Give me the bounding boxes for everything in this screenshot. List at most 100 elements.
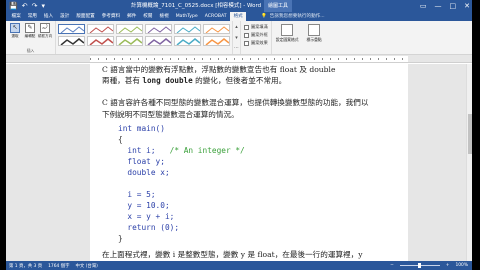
scrollbar-thumb[interactable]: [468, 114, 472, 154]
code-line: i = 5;: [118, 190, 156, 199]
maximize-button[interactable]: □: [450, 0, 457, 12]
shape-styles-gallery: [56, 21, 233, 54]
ruler-tick: [98, 58, 99, 60]
tab-file[interactable]: 檔案: [8, 12, 25, 21]
text-line: 下例說明不同型態變數混合運算的情況。: [102, 110, 239, 119]
tell-me-box[interactable]: 💡 告訴我您想要執行的動作...: [261, 12, 325, 21]
zoom-slider[interactable]: [399, 263, 440, 268]
tab-references[interactable]: 參考資料: [98, 12, 123, 21]
shape-outline-label: 圖案外框: [251, 32, 268, 37]
ruler-tick: [138, 58, 139, 60]
gallery-more-icon[interactable]: ⋯: [233, 45, 240, 51]
word-window: 💾 ↶ ↷ ▾ 計算機概論_7101_C_0525.docx [相容模式] - …: [6, 0, 472, 270]
zoom-out-icon[interactable]: −: [390, 263, 394, 268]
page-count[interactable]: 第 1 頁，共 3 頁: [9, 263, 42, 269]
tab-mailings[interactable]: 郵件: [124, 12, 140, 21]
highlight-label: 標示重點: [306, 37, 322, 42]
language-indicator[interactable]: 中文 (台灣): [75, 263, 97, 269]
word-count[interactable]: 1764 個字: [48, 263, 69, 269]
tab-view[interactable]: 檢視: [156, 12, 172, 21]
shape-outline-button[interactable]: 圖案外框: [244, 32, 268, 38]
text-line: 兩種，甚有 long double 的變化，但後者並不常用。: [102, 75, 286, 86]
tab-home[interactable]: 常用: [24, 12, 40, 21]
code-text: int i;: [118, 146, 156, 155]
redo-icon[interactable]: ↷: [32, 0, 38, 12]
style-swatch[interactable]: [203, 24, 230, 34]
undo-icon[interactable]: ↶: [22, 0, 28, 12]
ribbon-display-icon[interactable]: ▭: [420, 0, 427, 12]
style-swatch[interactable]: [174, 24, 201, 34]
pen-outline-icon: [244, 32, 249, 38]
ruler-tick: [210, 58, 211, 60]
ruler-tick: [362, 58, 363, 60]
tab-mathtype[interactable]: MathType: [172, 12, 201, 21]
tab-insert[interactable]: 插入: [40, 12, 56, 21]
ruler-tick: [170, 58, 171, 60]
zoom-level[interactable]: 100%: [455, 263, 468, 268]
select-label: 選取: [11, 34, 19, 38]
code-line: x = y + i;: [118, 212, 175, 221]
ruler-tick: [154, 58, 155, 60]
tab-design[interactable]: 設計: [57, 12, 73, 21]
ribbon-tabs: 檔案 常用 插入 設計 版面配置 參考資料 郵件 校閱 檢視 MathType …: [6, 12, 472, 21]
edit-points-button[interactable]: ✎ 編輯點: [23, 23, 37, 39]
tab-layout[interactable]: 版面配置: [73, 12, 98, 21]
style-swatch[interactable]: [58, 36, 85, 46]
style-swatch[interactable]: [145, 24, 172, 34]
gallery-up-icon[interactable]: ▴: [233, 24, 240, 30]
tab-format[interactable]: 格式: [230, 12, 247, 21]
edit-points-label: 編輯點: [24, 34, 36, 38]
ruler-tick: [114, 58, 115, 60]
tab-acrobat[interactable]: ACROBAT: [201, 12, 230, 21]
code-line: }: [118, 234, 123, 243]
tell-me-placeholder: 告訴我您想要執行的動作...: [269, 14, 325, 19]
highlight-button[interactable]: 標示重點: [303, 21, 326, 54]
shape-fill-label: 圖案填滿: [251, 24, 268, 29]
code-keyword: long double: [142, 76, 193, 85]
select-arrow-icon: ↖: [10, 23, 20, 33]
ruler-tick: [130, 58, 131, 60]
minimize-button[interactable]: —: [435, 0, 442, 12]
ruler-tick: [282, 58, 283, 60]
code-line: float y;: [118, 157, 165, 166]
vertical-scrollbar[interactable]: [466, 64, 472, 261]
wrap-direction-button[interactable]: ⤾ 繞框方向: [38, 23, 52, 39]
zoom-in-icon[interactable]: +: [446, 263, 450, 268]
customize-qat-icon[interactable]: ▾: [41, 0, 45, 12]
style-swatch[interactable]: [87, 36, 114, 46]
format-shape-label: 設定圖案格式: [275, 37, 299, 42]
ribbon: ↖ 選取 ✎ 編輯點 ⤾ 繞框方向 插入 ▴ ▾ ⋯ 圖案填滿 圖案外框 圖案效…: [6, 21, 472, 55]
gallery-down-icon[interactable]: ▾: [233, 35, 240, 41]
style-swatch[interactable]: [87, 24, 114, 34]
zoom-knob[interactable]: [417, 263, 421, 268]
ruler-tick: [226, 58, 227, 60]
text-fragment: 的變化，但後者並不常用。: [192, 76, 287, 85]
close-button[interactable]: ✕: [464, 0, 470, 12]
tab-review[interactable]: 校閱: [140, 12, 156, 21]
shape-effects-button[interactable]: 圖案效果: [244, 40, 268, 46]
ruler-tick: [290, 58, 291, 60]
style-swatch[interactable]: [116, 24, 143, 34]
zoom-controls: − + 100%: [390, 263, 472, 268]
code-line: int main(): [118, 124, 165, 133]
style-swatch[interactable]: [174, 36, 201, 46]
ruler-tick: [322, 58, 323, 60]
format-shape-button[interactable]: 設定圖案格式: [272, 21, 303, 54]
text-line: C 語言當中的變數有浮點數，浮點數的變數宣告也有 float 及 double: [102, 65, 336, 74]
ruler-tick: [186, 58, 187, 60]
style-swatch[interactable]: [116, 36, 143, 46]
ruler-tick: [250, 58, 251, 60]
ruler-tick: [178, 58, 179, 60]
select-button[interactable]: ↖ 選取: [8, 23, 22, 39]
style-swatch[interactable]: [203, 36, 230, 46]
document-page[interactable]: C 語言當中的變數有浮點數，浮點數的變數宣告也有 float 及 double …: [90, 64, 408, 261]
style-swatch[interactable]: [58, 24, 85, 34]
ruler-tick: [378, 58, 379, 60]
save-icon[interactable]: 💾: [9, 0, 18, 12]
style-swatch[interactable]: [145, 36, 172, 46]
document-area: C 語言當中的變數有浮點數，浮點數的變數宣告也有 float 及 double …: [6, 64, 472, 261]
shape-fill-button[interactable]: 圖案填滿: [244, 24, 268, 30]
ruler-tick: [194, 58, 195, 60]
format-shape-icon: [281, 24, 294, 36]
window-controls: ▭ — □ ✕: [420, 0, 470, 12]
